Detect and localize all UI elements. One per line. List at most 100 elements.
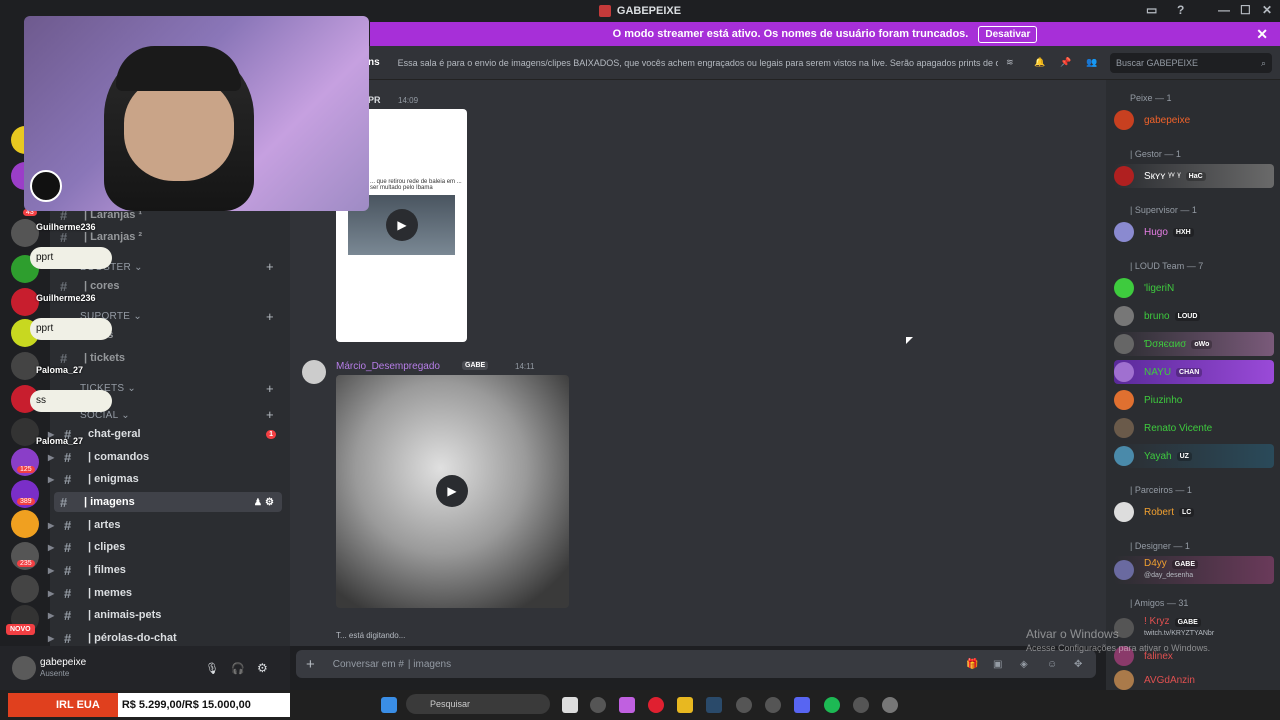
file-icon[interactable]: [562, 697, 578, 713]
channel-enigmas[interactable]: ▶ # | enigmas: [48, 469, 282, 489]
message-composer[interactable]: + Conversar em # | imagens 🎁 ▣ ◈ ☺ ✥: [296, 650, 1096, 678]
disable-streamer-button[interactable]: Desativar: [978, 25, 1038, 43]
member-item[interactable]: Yayah UZ: [1114, 444, 1274, 468]
member-item[interactable]: Sкʏʏ ᵞᵛ ᵞ HaC: [1114, 164, 1274, 188]
server-badge: 125: [17, 466, 35, 473]
member-name: D4yy: [1144, 558, 1167, 569]
server-icon[interactable]: 389: [11, 480, 39, 508]
microphone-icon[interactable]: 🎙: [205, 662, 219, 675]
settings-icon[interactable]: ⚙: [265, 497, 274, 508]
play-icon[interactable]: ▶: [386, 209, 418, 241]
member-item[interactable]: Renato Vicente: [1114, 416, 1274, 440]
channel-clipes[interactable]: ▶ # | clipes: [48, 537, 282, 557]
server-icon[interactable]: [11, 288, 39, 316]
maximize-button[interactable]: ☐: [1240, 3, 1251, 17]
server-icon[interactable]: 125: [11, 448, 39, 476]
minimize-button[interactable]: —: [1218, 3, 1230, 17]
member-name: ! Kryz: [1144, 616, 1170, 627]
member-group-header: | Gestor — 1: [1130, 149, 1181, 159]
add-channel-icon[interactable]: +: [266, 259, 274, 274]
member-item[interactable]: ! Kryz GABE twitch.tv/KRYZTYANbr: [1114, 614, 1274, 642]
gif-icon[interactable]: ▣: [993, 659, 1002, 670]
channel-perolas-do-chat[interactable]: ▶ # | pérolas-do-chat: [48, 628, 282, 648]
emoji-icon[interactable]: ☺: [1047, 659, 1057, 670]
threads-icon[interactable]: ≋: [1006, 57, 1014, 68]
app-icon[interactable]: [736, 697, 752, 713]
user-settings-icon[interactable]: ⚙: [257, 661, 268, 675]
server-icon[interactable]: [11, 352, 39, 380]
headphones-icon[interactable]: 🎧: [231, 662, 245, 675]
spotify-icon[interactable]: [824, 697, 840, 713]
timer-icon: [30, 170, 62, 202]
close-banner-icon[interactable]: ✕: [1256, 26, 1268, 43]
app-icon[interactable]: [765, 697, 781, 713]
channel-label: | enigmas: [88, 473, 139, 485]
member-item[interactable]: Hugo HXH: [1114, 220, 1274, 244]
server-icon[interactable]: [11, 575, 39, 603]
server-icon[interactable]: [11, 418, 39, 446]
server-icon[interactable]: [11, 510, 39, 538]
channel-memes[interactable]: ▶ # | memes: [48, 583, 282, 603]
channel-animais-pets[interactable]: ▶ # | animais-pets: [48, 605, 282, 625]
member-item[interactable]: 'ligeriN: [1114, 276, 1274, 300]
app-icon[interactable]: [853, 697, 869, 713]
add-channel-icon[interactable]: +: [266, 407, 274, 422]
apps-icon[interactable]: ✥: [1074, 659, 1082, 670]
taskbar-search[interactable]: Pesquisar: [406, 694, 550, 714]
member-item[interactable]: Piuzinho: [1114, 388, 1274, 412]
message-author[interactable]: PR: [368, 95, 381, 105]
play-icon[interactable]: ▶: [436, 475, 468, 507]
member-item[interactable]: AVGdAnzin: [1114, 670, 1274, 690]
role-tag: LC: [1179, 507, 1195, 517]
channel-item[interactable]: # | tickets: [54, 348, 282, 368]
hash-icon: #: [60, 278, 68, 294]
search-input[interactable]: Buscar GABEPEIXE ⌕: [1110, 53, 1272, 73]
add-channel-icon[interactable]: +: [266, 309, 274, 324]
member-item[interactable]: Robert LC: [1114, 500, 1274, 524]
chevron-right-icon: ▶: [48, 542, 55, 552]
server-icon[interactable]: 235: [11, 542, 39, 570]
close-window-button[interactable]: ✕: [1262, 3, 1272, 17]
role-tag: GABE: [462, 361, 489, 370]
message-author[interactable]: Márcio_Desempregado: [336, 361, 440, 372]
member-name: 'ligeriN: [1144, 282, 1175, 294]
member-name: Yayah: [1144, 450, 1172, 462]
channel-chat-geral[interactable]: ▶ # chat-geral 1: [48, 424, 282, 444]
folder-icon[interactable]: [677, 697, 693, 713]
inbox-icon[interactable]: ▭: [1146, 3, 1157, 17]
channel-filmes[interactable]: ▶ # | filmes: [48, 560, 282, 580]
help-icon[interactable]: ?: [1177, 3, 1184, 17]
opera-icon[interactable]: [648, 697, 664, 713]
add-attachment-icon[interactable]: +: [306, 656, 315, 673]
steam-icon[interactable]: [706, 697, 722, 713]
app-icon[interactable]: [619, 697, 635, 713]
obs-icon[interactable]: [882, 697, 898, 713]
streamer-cap: [116, 46, 241, 91]
channel-artes[interactable]: ▶ # | artes: [48, 515, 282, 535]
app-icon[interactable]: [590, 697, 606, 713]
bell-icon[interactable]: 🔔: [1034, 57, 1045, 68]
gift-icon[interactable]: 🎁: [966, 659, 978, 670]
avatar[interactable]: [302, 360, 326, 384]
member-item[interactable]: Ɗσяєαиσ oWo: [1114, 332, 1274, 356]
member-item[interactable]: D4yy GABE @day_desenha: [1114, 556, 1274, 584]
server-icon[interactable]: 43: [11, 209, 39, 247]
hash-icon: #: [64, 607, 72, 623]
pin-icon[interactable]: 📌: [1060, 57, 1071, 68]
avatar[interactable]: [12, 656, 36, 680]
channel-topic[interactable]: Essa sala é para o envio de imagens/clip…: [398, 58, 998, 68]
role-tag: LOUD: [1174, 311, 1201, 321]
chevron-right-icon: ▶: [48, 565, 55, 575]
member-item[interactable]: bruno LOUD: [1114, 304, 1274, 328]
sticker-icon[interactable]: ◈: [1020, 659, 1028, 670]
windows-start-icon[interactable]: [381, 697, 397, 713]
member-list-icon[interactable]: 👥: [1086, 57, 1097, 68]
channel-imagens[interactable]: # | imagens ⚙ ♟: [54, 492, 282, 512]
member-item[interactable]: NAYU CHAN: [1114, 360, 1274, 384]
channel-comandos[interactable]: ▶ # | comandos: [48, 447, 282, 467]
discord-icon[interactable]: [794, 697, 810, 713]
add-member-icon[interactable]: ♟: [254, 497, 262, 508]
add-channel-icon[interactable]: +: [266, 381, 274, 396]
video-attachment[interactable]: ▶: [336, 375, 569, 608]
member-item[interactable]: gabepeixe: [1114, 108, 1274, 132]
